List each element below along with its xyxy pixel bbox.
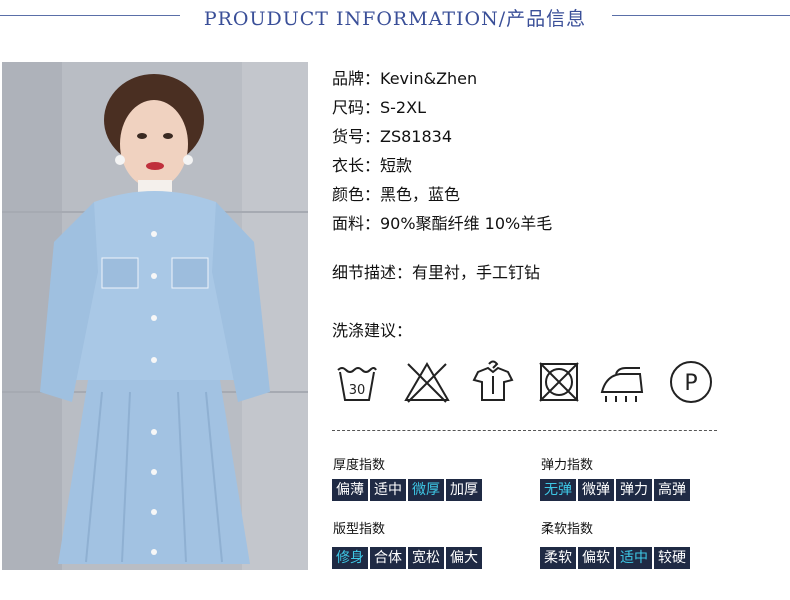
thickness-index-title: 厚度指数 [333,458,386,473]
iron-icon [598,358,648,406]
hang-dry-icon [468,358,518,406]
no-bleach-icon [402,358,452,406]
care-icon-row: 30 P [332,358,722,406]
spec-item-number: 货号：ZS81834 [332,127,453,146]
no-tumble-dry-icon [534,358,584,406]
wash-30-icon: 30 [332,358,382,406]
dashed-divider [332,430,717,431]
spec-color: 颜色：黑色，蓝色 [332,185,461,204]
thickness-option: 加厚 [446,479,482,501]
elasticity-option: 高弹 [654,479,690,501]
softness-option: 适中 [616,547,652,569]
fit-option: 宽松 [408,547,444,569]
elasticity-index-title: 弹力指数 [541,458,594,473]
section-header: PROUDUCT INFORMATION/产品信息 [0,4,790,31]
spec-brand: 品牌：Kevin&Zhen [332,69,478,88]
elasticity-index-options: 无弹 微弹 弹力 高弹 [540,479,690,501]
detail-description: 细节描述：有里衬，手工钉钻 [332,263,541,282]
care-title: 洗涤建议： [332,321,413,340]
softness-option: 偏软 [578,547,614,569]
spec-length: 衣长：短款 [332,156,413,175]
dry-clean-p-icon: P [666,358,716,406]
elasticity-option: 无弹 [540,479,576,501]
fit-option: 修身 [332,547,368,569]
fit-index-options: 修身 合体 宽松 偏大 [332,547,482,569]
elasticity-option: 微弹 [578,479,614,501]
thickness-option: 适中 [370,479,406,501]
thickness-index-options: 偏薄 适中 微厚 加厚 [332,479,482,501]
spec-size: 尺码：S-2XL [332,98,426,117]
fit-index-title: 版型指数 [333,522,386,537]
elasticity-option: 弹力 [616,479,652,501]
product-photo [2,62,308,570]
wash-temp-label: 30 [349,383,366,398]
fit-option: 合体 [370,547,406,569]
spec-list: 品牌：Kevin&Zhen 尺码：S-2XL 货号：ZS81834 衣长：短款 … [332,64,552,238]
spec-fabric: 面料：90%聚酯纤维 10%羊毛 [332,214,553,233]
section-header-text: PROUDUCT INFORMATION/产品信息 [193,8,597,30]
fit-option: 偏大 [446,547,482,569]
thickness-option: 微厚 [408,479,444,501]
softness-index-options: 柔软 偏软 适中 较硬 [540,547,690,569]
softness-option: 较硬 [654,547,690,569]
thickness-option: 偏薄 [332,479,368,501]
dry-clean-label: P [684,371,697,396]
softness-index-title: 柔软指数 [541,522,594,537]
softness-option: 柔软 [540,547,576,569]
